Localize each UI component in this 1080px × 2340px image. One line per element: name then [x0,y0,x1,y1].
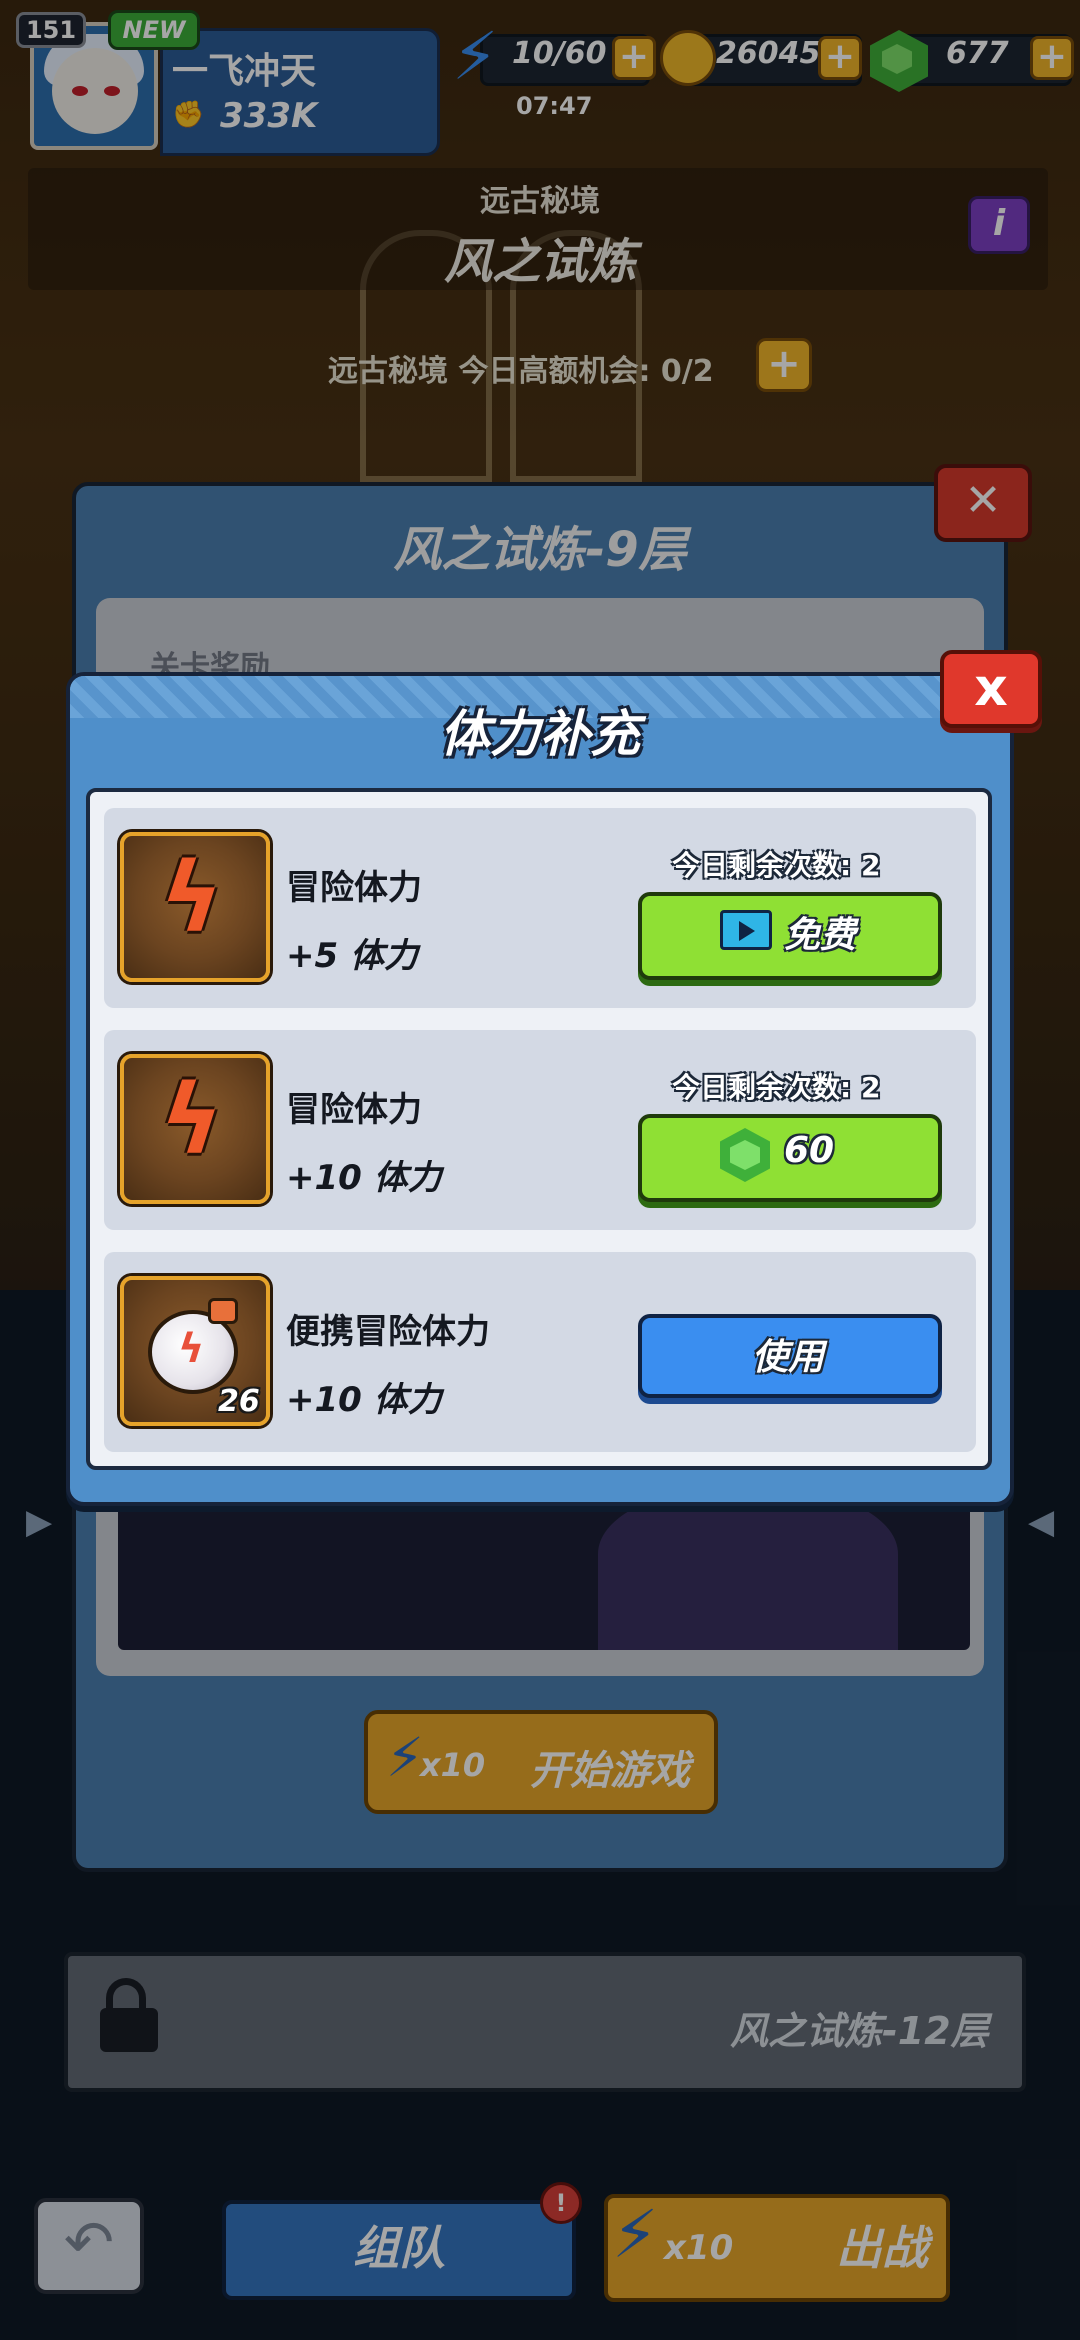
lightning-icon: ϟ [160,842,224,954]
item-gain: +10 体力 [286,1380,442,1420]
lightning-icon: ϟ [160,1064,224,1176]
video-icon [720,910,772,950]
use-label: 使用 [752,1337,825,1378]
item-gain: +10 体力 [286,1158,442,1198]
item-gain: +5 体力 [286,936,418,976]
gem-cost: 60 [784,1130,835,1171]
item-name: 便携冒险体力 [286,1312,490,1352]
potion-cap [208,1298,238,1324]
lightning-icon: ϟ [178,1326,205,1372]
stamina-item-icon: ϟ [120,832,270,982]
stamina-item-icon: ϟ [120,1054,270,1204]
item-count: 26 [218,1384,260,1419]
dialog-title: 体力补充 [440,705,640,763]
remaining-count: 今日剩余次数: 2 [672,849,881,882]
item-name: 冒险体力 [286,1090,422,1130]
potion-item-icon: ϟ 26 [120,1276,270,1426]
remaining-count: 今日剩余次数: 2 [672,1071,881,1104]
dialog-close-button[interactable]: x [940,650,1042,728]
item-name: 冒险体力 [286,868,422,908]
free-label: 免费 [784,915,857,956]
